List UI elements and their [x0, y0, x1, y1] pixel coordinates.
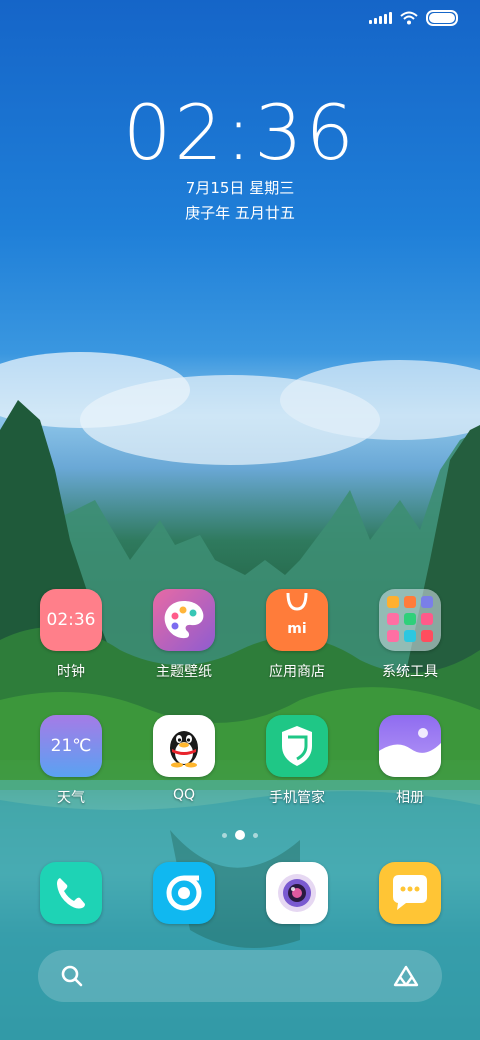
page-dot-current[interactable] [235, 830, 245, 840]
gallery-icon [379, 715, 441, 777]
message-icon [379, 862, 441, 924]
phone-icon [40, 862, 102, 924]
app-label: 主题壁纸 [156, 664, 212, 680]
app-label: 手机管家 [269, 790, 325, 806]
wifi-icon [400, 11, 418, 25]
dock-camera[interactable] [247, 862, 347, 924]
home-screen: 02:36 7月15日 星期三 庚子年 五月廿五 02:36 时钟 主题壁纸 m… [0, 0, 480, 1040]
palette-icon [153, 589, 215, 651]
battery-icon [426, 10, 458, 26]
app-label: 应用商店 [269, 664, 325, 680]
signal-icon [369, 12, 392, 24]
assistant-icon[interactable] [392, 964, 420, 988]
app-weather[interactable]: 21℃ 天气 [21, 715, 121, 807]
app-clock[interactable]: 02:36 时钟 [21, 589, 121, 681]
clock-icon-text: 02:36 [46, 610, 96, 630]
app-label: 系统工具 [382, 664, 438, 680]
app-qq[interactable]: QQ [134, 715, 234, 803]
camera-icon [266, 862, 328, 924]
clock-icon: 02:36 [40, 589, 102, 651]
qq-penguin-icon [153, 715, 215, 777]
status-bar [369, 10, 458, 26]
store-bag-icon: mi [266, 589, 328, 651]
page-indicator [0, 830, 480, 840]
store-icon-text: mi [287, 621, 307, 637]
app-security[interactable]: 手机管家 [247, 715, 347, 807]
clock-time[interactable]: 02:36 [0, 88, 480, 177]
search-icon[interactable] [60, 964, 84, 988]
clock-date[interactable]: 7月15日 星期三 [0, 177, 480, 198]
page-dot[interactable] [222, 832, 227, 838]
folder-icon [379, 589, 441, 651]
weather-icon: 21℃ [40, 715, 102, 777]
app-label: QQ [172, 787, 196, 803]
app-label: 天气 [57, 790, 85, 806]
search-bar[interactable] [38, 950, 442, 1002]
app-label: 时钟 [57, 664, 85, 680]
dock-messages[interactable] [360, 862, 460, 924]
app-label: 相册 [396, 790, 424, 806]
dock-phone[interactable] [21, 862, 121, 924]
shield-icon [266, 715, 328, 777]
page-dot[interactable] [253, 832, 258, 838]
app-themes[interactable]: 主题壁纸 [134, 589, 234, 681]
browser-icon [153, 862, 215, 924]
lunar-date[interactable]: 庚子年 五月廿五 [0, 202, 480, 223]
app-system-tools-folder[interactable]: 系统工具 [360, 589, 460, 681]
app-gallery[interactable]: 相册 [360, 715, 460, 807]
dock-browser[interactable] [134, 862, 234, 924]
weather-icon-text: 21℃ [50, 736, 92, 756]
app-store[interactable]: mi 应用商店 [247, 589, 347, 681]
